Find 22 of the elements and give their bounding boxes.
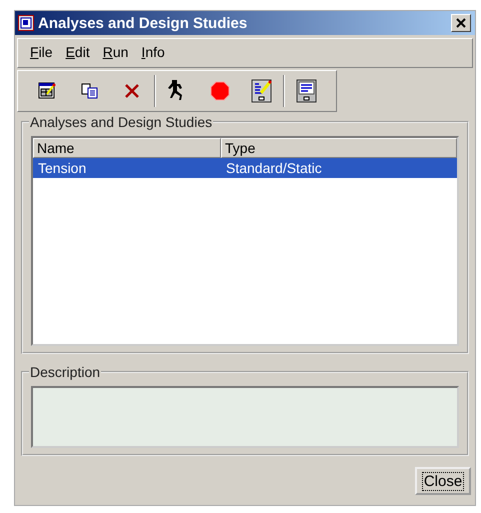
column-header[interactable]: Name	[33, 138, 221, 158]
window-title: Analyses and Design Studies	[38, 14, 248, 32]
table-cell-text: Tension	[37, 159, 88, 178]
group-title: Analyses and Design Studies	[29, 114, 214, 130]
app-icon	[18, 15, 34, 31]
menu-item[interactable]: Info	[137, 44, 174, 62]
delete-icon	[124, 83, 140, 99]
table-edit-icon	[38, 82, 56, 100]
close-icon[interactable]	[451, 14, 471, 32]
menu-item[interactable]: Run	[98, 44, 138, 62]
close-button[interactable]: Close	[415, 467, 471, 495]
column-header[interactable]: Type	[221, 138, 457, 158]
monitor-report-icon	[296, 79, 318, 103]
description-field[interactable]	[31, 386, 459, 448]
list-row[interactable]: Tension Standard/Static	[33, 158, 457, 178]
form-edit-icon	[251, 79, 274, 103]
group-title: Description	[29, 364, 102, 380]
copy-icon	[80, 83, 99, 99]
table-cell-text: Standard/Static	[225, 159, 323, 178]
stop-sign-icon	[210, 81, 230, 101]
menu-item[interactable]: File	[26, 44, 62, 62]
menu-item[interactable]: Edit	[62, 44, 99, 62]
